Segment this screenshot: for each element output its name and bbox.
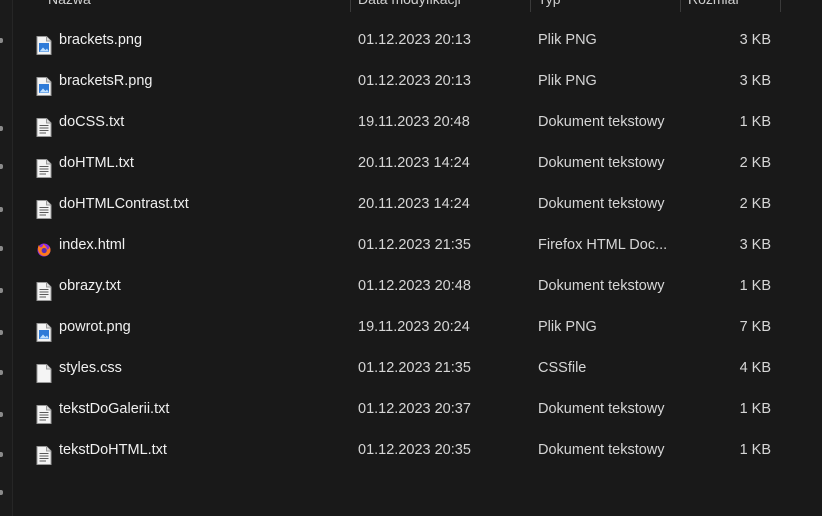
file-size: 1 KB [739, 114, 771, 130]
file-row[interactable]: brackets.png 01.12.2023 20:13 Plik PNG 3… [12, 20, 822, 61]
text-document-icon [36, 400, 52, 424]
file-list: brackets.png 01.12.2023 20:13 Plik PNG 3… [12, 20, 822, 471]
file-name: doHTMLContrast.txt [59, 196, 189, 212]
column-header-size[interactable]: Rozmiar [688, 0, 740, 12]
file-type: Plik PNG [538, 32, 597, 48]
firefox-html-icon [36, 236, 52, 257]
file-modified-date: 19.11.2023 20:48 [358, 114, 470, 130]
file-size: 1 KB [739, 442, 771, 458]
tree-expand-marker[interactable] [0, 38, 3, 43]
file-size: 3 KB [739, 237, 771, 253]
file-row[interactable]: doHTMLContrast.txt 20.11.2023 14:24 Doku… [12, 184, 822, 225]
file-modified-date: 01.12.2023 20:48 [358, 278, 471, 294]
column-header-type[interactable]: Typ [538, 0, 561, 12]
file-name: tekstDoGalerii.txt [59, 401, 170, 417]
file-size: 3 KB [739, 32, 771, 48]
file-row[interactable]: tekstDoHTML.txt 01.12.2023 20:35 Dokumen… [12, 430, 822, 471]
file-size: 3 KB [739, 73, 771, 89]
file-size: 1 KB [739, 401, 771, 417]
file-explorer-window: Nazwa Data modyfikacji Typ Rozmiar brack… [0, 0, 822, 516]
file-row[interactable]: powrot.png 19.11.2023 20:24 Plik PNG 7 K… [12, 307, 822, 348]
blank-file-icon [36, 359, 52, 383]
file-size: 2 KB [739, 155, 771, 171]
tree-expand-marker[interactable] [0, 412, 3, 417]
tree-expand-marker[interactable] [0, 126, 3, 131]
file-type: CSSfile [538, 360, 587, 376]
column-divider[interactable] [680, 0, 681, 12]
file-name: bracketsR.png [59, 73, 153, 89]
file-modified-date: 20.11.2023 14:24 [358, 155, 470, 171]
file-row[interactable]: tekstDoGalerii.txt 01.12.2023 20:37 Doku… [12, 389, 822, 430]
file-row[interactable]: obrazy.txt 01.12.2023 20:48 Dokument tek… [12, 266, 822, 307]
file-name: doCSS.txt [59, 114, 125, 130]
file-type: Dokument tekstowy [538, 196, 665, 212]
file-type: Firefox HTML Doc... [538, 237, 668, 253]
file-modified-date: 19.11.2023 20:24 [358, 319, 470, 335]
text-document-icon [36, 441, 52, 465]
file-modified-date: 01.12.2023 20:37 [358, 401, 471, 417]
tree-expand-marker[interactable] [0, 288, 3, 293]
file-size: 7 KB [739, 319, 771, 335]
file-size: 1 KB [739, 278, 771, 294]
file-name: obrazy.txt [59, 278, 121, 294]
file-size: 2 KB [739, 196, 771, 212]
file-modified-date: 01.12.2023 21:35 [358, 237, 471, 253]
png-image-icon [36, 318, 52, 342]
file-row[interactable]: doCSS.txt 19.11.2023 20:48 Dokument teks… [12, 102, 822, 143]
tree-expand-marker[interactable] [0, 207, 3, 212]
file-name: index.html [59, 237, 126, 253]
file-type: Dokument tekstowy [538, 278, 665, 294]
file-modified-date: 01.12.2023 20:35 [358, 442, 471, 458]
file-name: brackets.png [59, 32, 143, 48]
tree-expand-marker[interactable] [0, 246, 3, 251]
column-divider[interactable] [780, 0, 781, 12]
file-size: 4 KB [739, 360, 771, 376]
file-name: doHTML.txt [59, 155, 134, 171]
tree-expand-marker[interactable] [0, 330, 3, 335]
column-header-date[interactable]: Data modyfikacji [358, 0, 461, 12]
tree-expand-marker[interactable] [0, 490, 3, 495]
file-row[interactable]: styles.css 01.12.2023 21:35 CSSfile 4 KB [12, 348, 822, 389]
column-divider[interactable] [350, 0, 351, 12]
file-modified-date: 20.11.2023 14:24 [358, 196, 470, 212]
file-modified-date: 01.12.2023 21:35 [358, 360, 471, 376]
file-modified-date: 01.12.2023 20:13 [358, 32, 471, 48]
file-row[interactable]: doHTML.txt 20.11.2023 14:24 Dokument tek… [12, 143, 822, 184]
column-header-bar: Nazwa Data modyfikacji Typ Rozmiar [12, 0, 822, 12]
text-document-icon [36, 154, 52, 178]
tree-expand-marker[interactable] [0, 164, 3, 169]
file-name: powrot.png [59, 319, 131, 335]
text-document-icon [36, 277, 52, 301]
file-name: tekstDoHTML.txt [59, 442, 167, 458]
column-divider[interactable] [530, 0, 531, 12]
file-row[interactable]: bracketsR.png 01.12.2023 20:13 Plik PNG … [12, 61, 822, 102]
file-row[interactable]: index.html 01.12.2023 21:35 Firefox HTML… [12, 225, 822, 266]
text-document-icon [36, 195, 52, 219]
file-type: Plik PNG [538, 319, 597, 335]
column-header-name[interactable]: Nazwa [48, 0, 91, 12]
file-type: Dokument tekstowy [538, 114, 665, 130]
file-name: styles.css [59, 360, 122, 376]
file-type: Dokument tekstowy [538, 155, 665, 171]
png-image-icon [36, 31, 52, 55]
file-type: Plik PNG [538, 73, 597, 89]
file-type: Dokument tekstowy [538, 401, 665, 417]
file-modified-date: 01.12.2023 20:13 [358, 73, 471, 89]
file-type: Dokument tekstowy [538, 442, 665, 458]
png-image-icon [36, 72, 52, 96]
tree-expand-marker[interactable] [0, 370, 3, 375]
text-document-icon [36, 113, 52, 137]
tree-expand-marker[interactable] [0, 452, 3, 457]
